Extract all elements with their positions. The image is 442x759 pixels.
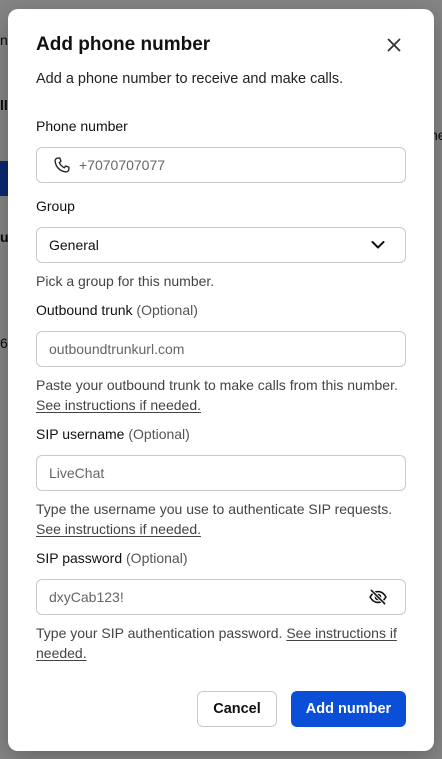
group-field: Group General Pick a group for this numb…: [36, 197, 406, 291]
sip-password-help: Type your SIP authentication password. S…: [36, 623, 406, 663]
close-icon: [387, 38, 401, 52]
outbound-trunk-instructions-link[interactable]: See instructions if needed.: [36, 397, 201, 413]
close-button[interactable]: [384, 35, 404, 55]
group-selected-value: General: [49, 237, 99, 253]
sip-password-help-text: Type your SIP authentication password.: [36, 625, 283, 641]
group-label: Group: [36, 198, 75, 214]
outbound-trunk-label: Outbound trunk (Optional): [36, 301, 406, 319]
sip-password-value: dxyCab123!: [49, 589, 124, 605]
sip-username-help-text: Type the username you use to authenticat…: [36, 501, 393, 517]
modal-title: Add phone number: [36, 34, 211, 55]
optional-tag: (Optional): [128, 426, 190, 442]
phone-number-value: +7070707077: [79, 157, 166, 173]
sip-username-field: SIP username (Optional) LiveChat Type th…: [36, 425, 406, 539]
outbound-trunk-label-text: Outbound trunk: [36, 302, 133, 318]
outbound-trunk-input[interactable]: outboundtrunkurl.com: [36, 331, 406, 367]
sip-password-field: SIP password (Optional) dxyCab123! Type …: [36, 549, 406, 663]
eye-off-icon[interactable]: [368, 587, 388, 607]
sip-username-label-text: SIP username: [36, 426, 125, 442]
add-number-button[interactable]: Add number: [291, 691, 406, 727]
sip-password-input[interactable]: dxyCab123!: [36, 579, 406, 615]
add-phone-number-modal: Add phone number Add a phone number to r…: [8, 9, 434, 751]
sip-username-value: LiveChat: [49, 465, 105, 481]
phone-icon: [52, 155, 72, 175]
group-select[interactable]: General: [36, 227, 406, 263]
sip-username-label: SIP username (Optional): [36, 425, 406, 443]
phone-number-input[interactable]: +7070707077: [36, 147, 406, 183]
phone-number-label: Phone number: [36, 118, 128, 134]
sip-username-help: Type the username you use to authenticat…: [36, 499, 406, 539]
optional-tag: (Optional): [126, 550, 188, 566]
outbound-trunk-help-text: Paste your outbound trunk to make calls …: [36, 377, 398, 393]
outbound-trunk-help: Paste your outbound trunk to make calls …: [36, 375, 406, 415]
cancel-button[interactable]: Cancel: [197, 691, 277, 727]
sip-username-input[interactable]: LiveChat: [36, 455, 406, 491]
group-help-text: Pick a group for this number.: [36, 273, 215, 289]
sip-password-label: SIP password (Optional): [36, 549, 406, 567]
chevron-down-icon: [368, 235, 388, 255]
outbound-trunk-placeholder: outboundtrunkurl.com: [49, 341, 185, 357]
sip-username-instructions-link[interactable]: See instructions if needed.: [36, 521, 201, 537]
modal-subtitle: Add a phone number to receive and make c…: [36, 71, 344, 87]
phone-number-field: Phone number +7070707077: [36, 117, 406, 183]
outbound-trunk-field: Outbound trunk (Optional) outboundtrunku…: [36, 301, 406, 415]
sip-password-label-text: SIP password: [36, 550, 123, 566]
optional-tag: (Optional): [136, 302, 198, 318]
